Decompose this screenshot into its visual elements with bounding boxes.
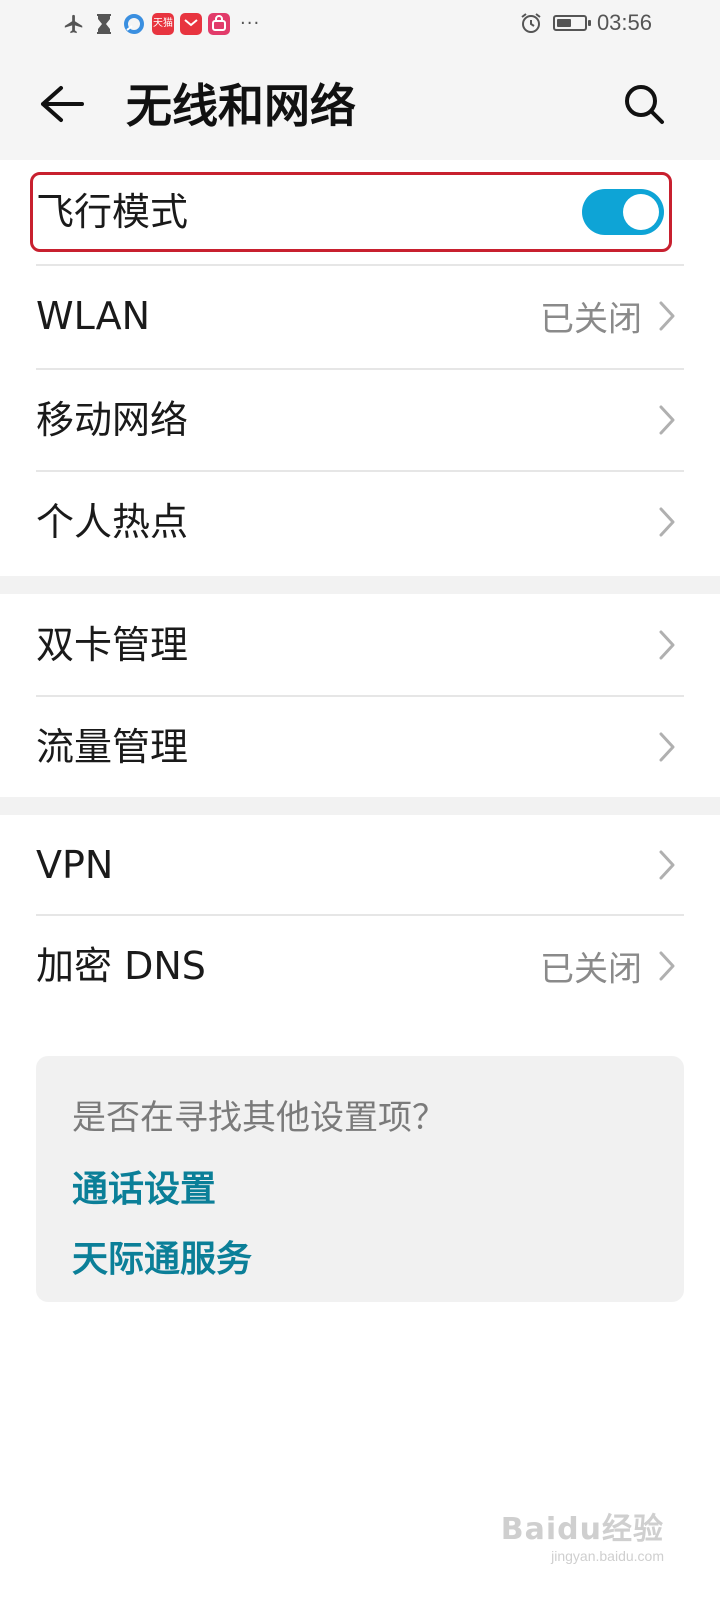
chevron-right-icon (659, 507, 675, 537)
suggestion-question: 是否在寻找其他设置项？ (72, 1098, 446, 1138)
call-settings-link[interactable]: 通话设置 (72, 1160, 216, 1212)
section-separator (0, 576, 720, 594)
chevron-right-icon (659, 405, 675, 435)
encrypted-dns-row[interactable]: 加密 DNS 已关闭 (36, 916, 684, 1016)
search-icon (625, 85, 664, 124)
watermark-url: jingyan.baidu.com (551, 1548, 664, 1564)
airplane-mode-row[interactable]: 飞行模式 (36, 162, 684, 262)
suggestion-card: 是否在寻找其他设置项？ 通话设置 天际通服务 (36, 1056, 684, 1302)
hotspot-label: 个人热点 (36, 500, 189, 544)
baidu-watermark: Baidu经验 jingyan.baidu.com (501, 1504, 664, 1564)
chevron-right-icon (659, 732, 675, 762)
mobile-network-row[interactable]: 移动网络 (36, 370, 684, 470)
back-arrow-icon (41, 86, 84, 122)
shopping-app-icon (208, 13, 230, 35)
encrypted-dns-status: 已关闭 (540, 949, 642, 990)
tmall-app-icon: 天猫 (152, 13, 174, 35)
dual-sim-label: 双卡管理 (36, 623, 189, 667)
toggle-knob (623, 194, 659, 230)
data-usage-label: 流量管理 (36, 725, 189, 769)
battery-level-fill (556, 19, 571, 27)
mobile-network-label: 移动网络 (36, 398, 189, 442)
page-title: 无线和网络 (126, 79, 356, 133)
mail-app-icon (180, 13, 202, 35)
vpn-label: VPN (36, 843, 114, 887)
status-bar: 天猫 ··· 03:56 (0, 0, 720, 52)
chevron-right-icon (659, 301, 675, 331)
chevron-right-icon (659, 630, 675, 660)
dual-sim-row[interactable]: 双卡管理 (36, 595, 684, 695)
browser-icon (122, 12, 146, 36)
search-button[interactable] (618, 78, 670, 130)
wlan-row[interactable]: WLAN 已关闭 (36, 266, 684, 366)
back-button[interactable] (36, 78, 88, 130)
clock-time: 03:56 (596, 10, 652, 35)
watermark-logo-text: Baidu经验 (500, 1512, 664, 1547)
chevron-right-icon (659, 850, 675, 880)
vpn-row[interactable]: VPN (36, 815, 684, 915)
airplane-mode-toggle[interactable] (582, 189, 664, 235)
skytone-service-link[interactable]: 天际通服务 (72, 1230, 252, 1282)
status-bar-left: 天猫 ··· (62, 12, 260, 36)
section-separator (0, 797, 720, 815)
wlan-status: 已关闭 (540, 299, 642, 340)
airplane-icon (62, 12, 86, 36)
hotspot-row[interactable]: 个人热点 (36, 472, 684, 572)
data-usage-row[interactable]: 流量管理 (36, 697, 684, 797)
wlan-label: WLAN (36, 294, 151, 338)
status-bar-right: 03:56 (519, 10, 652, 36)
battery-icon (552, 15, 591, 31)
airplane-mode-label: 飞行模式 (36, 190, 189, 234)
hourglass-icon (92, 12, 116, 36)
app-header: 无线和网络 (0, 52, 720, 160)
more-notifications-indicator: ··· (240, 13, 261, 34)
chevron-right-icon (659, 951, 675, 981)
encrypted-dns-label: 加密 DNS (36, 944, 206, 988)
alarm-clock-icon (519, 11, 543, 35)
